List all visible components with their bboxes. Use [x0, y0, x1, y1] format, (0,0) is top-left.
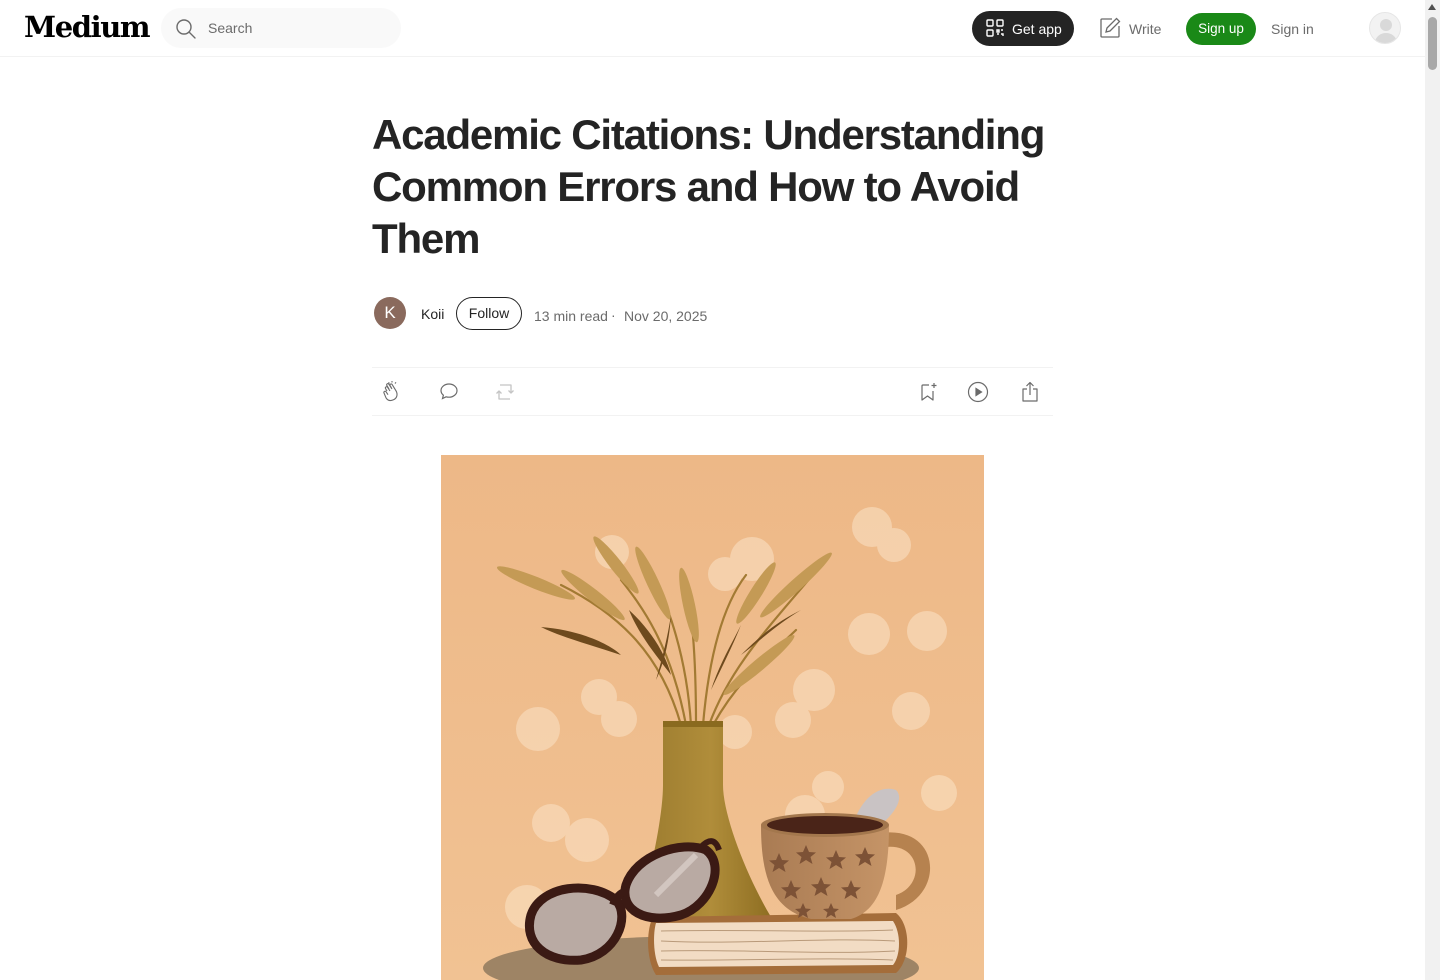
article-action-bar [372, 367, 1053, 416]
article-hero-image [441, 455, 984, 980]
bookmark-add-icon[interactable] [916, 380, 940, 404]
author-name[interactable]: Koii [421, 306, 444, 322]
repost-icon[interactable] [493, 380, 517, 404]
write-label: Write [1129, 21, 1162, 37]
search-input[interactable]: Search [208, 20, 252, 36]
article-byline: K Koii Follow 13 min read · Nov 20, 2025 [374, 297, 774, 331]
scrollbar-track[interactable] [1425, 0, 1440, 980]
get-app-button[interactable]: Get app [972, 11, 1074, 46]
sign-in-link[interactable]: Sign in [1271, 21, 1314, 37]
share-icon[interactable] [1018, 380, 1042, 404]
clap-icon[interactable] [380, 380, 404, 404]
default-user-icon [1374, 19, 1398, 43]
scroll-up-arrow-icon[interactable] [1428, 4, 1436, 10]
meta-separator: · [611, 307, 616, 323]
follow-button[interactable]: Follow [456, 297, 522, 330]
user-avatar[interactable] [1369, 12, 1401, 44]
publish-date: Nov 20, 2025 [624, 308, 708, 324]
scrollbar-thumb[interactable] [1428, 17, 1437, 70]
listen-icon[interactable] [966, 380, 990, 404]
read-time: 13 min read [534, 308, 608, 324]
search-icon [175, 18, 197, 45]
article-title: Academic Citations: Understanding Common… [372, 111, 1045, 262]
comment-icon[interactable] [437, 380, 461, 404]
qr-code-icon [986, 19, 1004, 42]
get-app-label: Get app [1012, 21, 1062, 37]
search-box[interactable]: Search [161, 8, 401, 48]
medium-logo[interactable]: Medium [24, 10, 151, 44]
still-life-illustration [441, 455, 984, 980]
top-navigation-bar: Medium Search Get app Write Sign up Sign… [0, 0, 1425, 57]
sign-up-button[interactable]: Sign up [1186, 13, 1256, 45]
write-icon [1098, 16, 1122, 45]
author-avatar[interactable]: K [374, 297, 406, 329]
